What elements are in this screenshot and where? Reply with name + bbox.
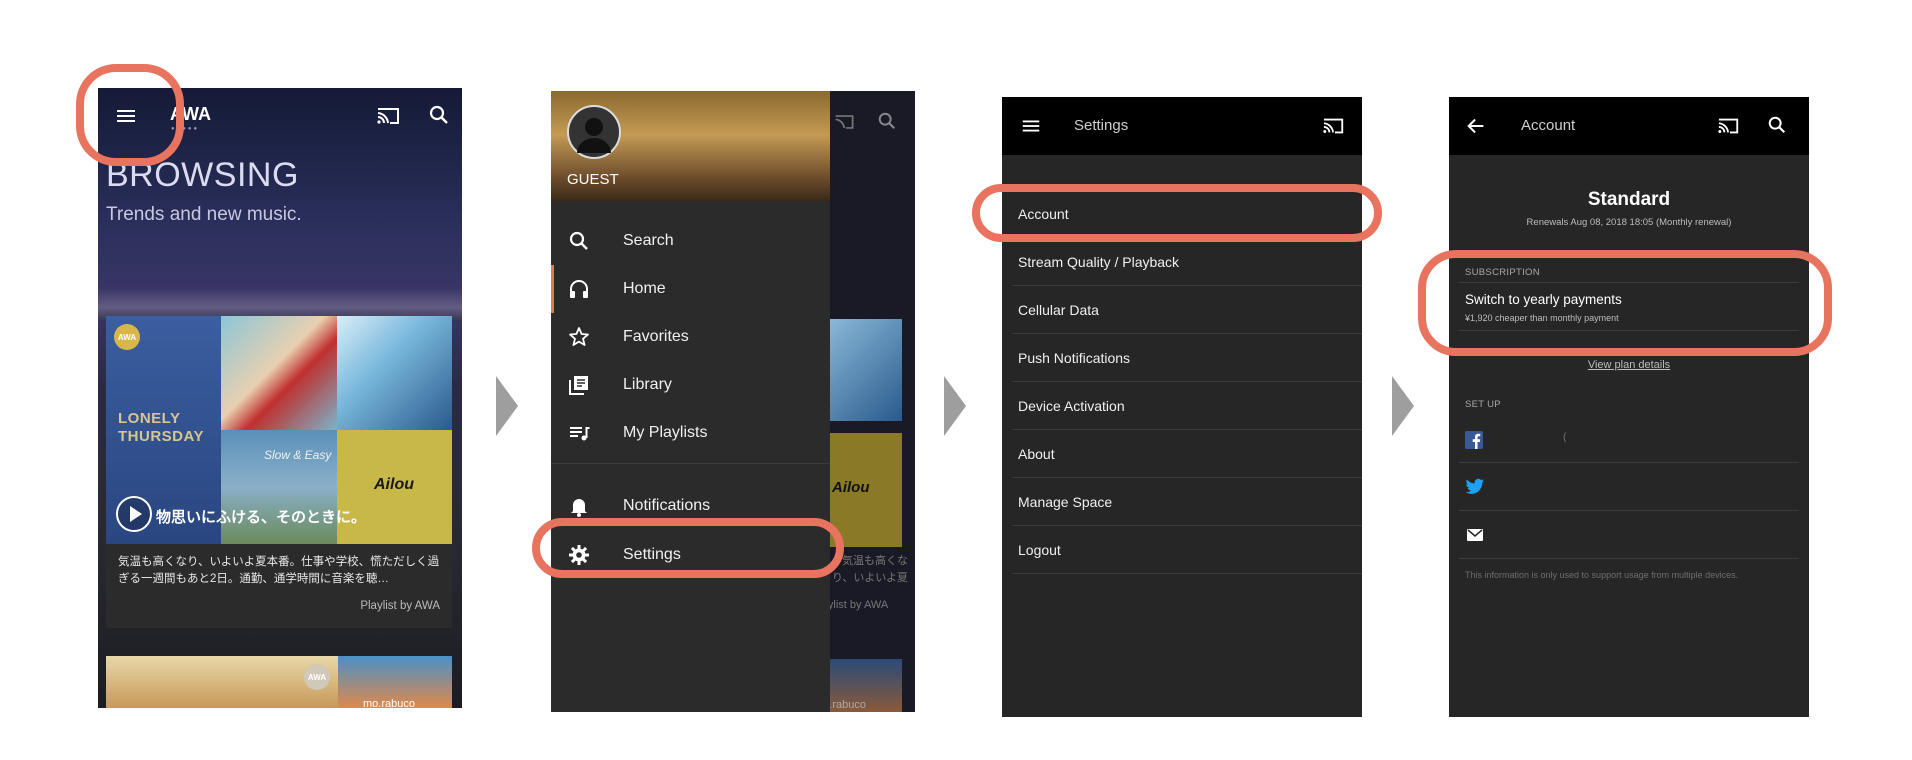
user-silhouette-icon [577,118,611,153]
facebook-row[interactable]: ( [1459,417,1799,463]
tile-text-slow-easy: Slow & Easy [264,448,332,462]
playlist-byline: Playlist by AWA [360,600,440,612]
settings-item-label: About [1018,446,1055,462]
cast-button[interactable] [1717,115,1741,137]
search-button[interactable] [1767,115,1787,135]
drawer-item-label: Search [623,232,674,249]
settings-item-about[interactable]: About [1012,431,1362,478]
browsing-screen: AWA ●●●●● BROWSING Trends and new music.… [98,88,462,708]
settings-item-stream-quality[interactable]: Stream Quality / Playback [1012,239,1362,286]
tile-text-ailou: Ailou [374,476,414,493]
drawer-item-label: Favorites [623,328,689,345]
settings-item-label: Push Notifications [1018,350,1131,366]
playlist-card[interactable]: AWA LONELY THURSDAY Slow & Easy Ailou 物思… [106,316,452,628]
bottom-awa-badge: AWA [304,664,330,690]
drawer-item-library[interactable]: Library [551,361,830,409]
twitter-icon [1465,478,1485,494]
top-app-bar: Account [1449,97,1809,155]
cast-button[interactable] [376,104,402,128]
settings-item-label: Device Activation [1018,398,1125,414]
cast-icon [835,115,854,129]
cover-text: LONELY THURSDAY [118,410,204,445]
search-button[interactable] [428,104,450,126]
hamburger-icon [1022,120,1040,132]
settings-item-label: Manage Space [1018,494,1113,510]
drawer-item-label: My Playlists [623,424,708,441]
star-icon [569,327,589,346]
highlight-account [972,184,1382,242]
drawer-item-search[interactable]: Search [551,217,830,265]
account-screen: Account Standard Renewals Aug 08, 2018 1… [1449,97,1809,717]
cast-icon [1323,118,1344,134]
view-plan-details-link[interactable]: View plan details [1588,359,1670,371]
drawer-item-my-playlists[interactable]: My Playlists [551,409,830,457]
playlist-title: 物思いにふける、そのときに。 [156,509,367,526]
cast-icon [1718,118,1739,134]
setup-header: SET UP [1465,399,1501,410]
cast-button[interactable] [1322,115,1346,137]
navigation-drawer: GUEST Search Home Favorites Library My P… [551,91,830,712]
drawer-item-favorites[interactable]: Favorites [551,313,830,361]
top-app-bar: Settings [1002,97,1362,155]
page-title: Account [1521,117,1576,134]
highlight-settings [532,518,844,578]
search-icon [878,112,896,130]
step-arrow-2 [944,376,966,436]
settings-item-logout[interactable]: Logout [1012,527,1362,574]
settings-item-device-activation[interactable]: Device Activation [1012,383,1362,430]
plan-name: Standard [1587,189,1671,210]
mail-icon [1467,529,1483,541]
library-icon [569,376,588,395]
facebook-status: ( [1563,432,1567,443]
playlist-description: 気温も高くなり、いよいよ夏本番。仕事や学校、慌ただしく過ぎる一週間もあと2日。通… [118,556,440,585]
settings-item-label: Stream Quality / Playback [1018,254,1180,270]
awa-badge: AWA [114,324,140,350]
headphones-icon [570,280,588,298]
page-title: Settings [1074,117,1129,134]
settings-item-push-notifications[interactable]: Push Notifications [1012,335,1362,382]
cast-icon [377,108,399,124]
page-subtitle: Trends and new music. [106,204,302,225]
settings-item-label: Logout [1018,542,1061,558]
settings-item-label: Cellular Data [1018,302,1099,318]
play-icon [130,506,142,522]
twitter-row[interactable] [1459,463,1799,511]
play-button[interactable] [116,496,152,532]
drawer-item-home[interactable]: Home [551,265,830,313]
step-arrow-3 [1392,376,1414,436]
drawer-item-label: Home [623,280,666,297]
drawer-item-label: Library [623,376,672,393]
settings-item-cellular-data[interactable]: Cellular Data [1012,287,1362,334]
user-name: GUEST [567,171,619,188]
menu-button[interactable] [1020,115,1042,137]
cover-tile-portrait [221,316,337,430]
search-icon [1768,116,1786,134]
search-icon [429,105,448,124]
renewal-info: Renewals Aug 08, 2018 18:05 (Monthly ren… [1526,217,1732,228]
cover-tile-snow [337,316,452,430]
navigation-drawer-screen: Ailou 気温も高くなり、いよいよ夏本番。仕事や学校、慌ただしく過ぎる一週間も… [551,91,915,712]
playlist-icon [570,427,590,441]
search-icon [569,231,588,250]
settings-item-manage-space[interactable]: Manage Space [1012,479,1362,526]
bell-icon [571,499,587,517]
arrow-back-icon [1467,118,1484,134]
behind-content: Ailou 気温も高くなり、いよいよ夏本番。仕事や学校、慌ただしく過ぎる一週間も… [812,91,915,712]
avatar[interactable] [567,105,621,159]
highlight-menu-button [76,64,184,166]
behind-tile-text: Ailou [832,479,870,496]
drawer-item-label: Notifications [623,497,711,514]
drawer-divider [551,463,830,464]
footnote: This information is only used to support… [1465,570,1739,580]
facebook-icon [1465,431,1483,449]
email-row[interactable] [1459,511,1799,559]
behind-tile-snow [830,319,902,421]
step-arrow-1 [496,376,518,436]
drawer-header: GUEST [551,91,830,201]
highlight-switch-yearly [1418,250,1832,356]
bottom-tile-palm[interactable] [106,656,338,708]
bottom-tile-text: mo.rabuco [363,698,415,708]
back-button[interactable] [1465,115,1487,137]
